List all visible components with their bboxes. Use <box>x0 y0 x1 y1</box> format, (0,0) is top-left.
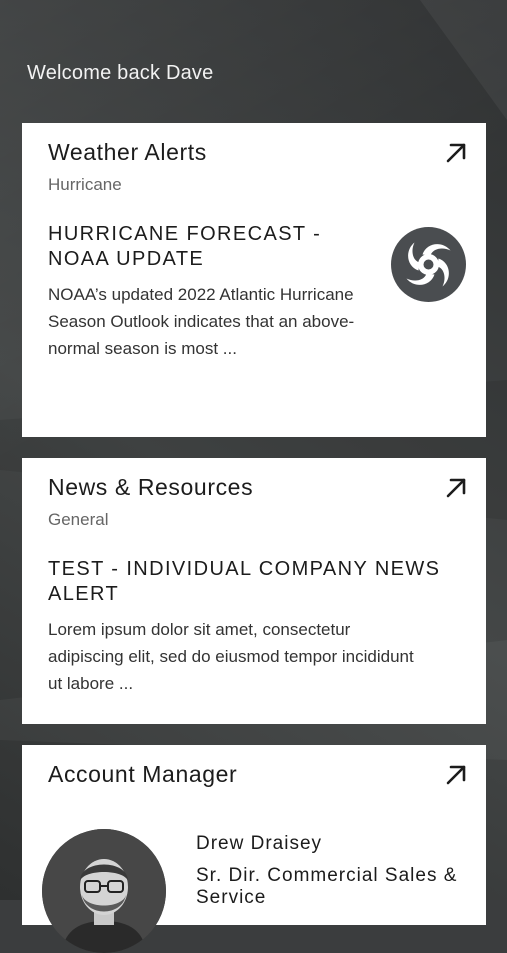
card-category: Hurricane <box>48 175 122 194</box>
hurricane-icon <box>391 227 466 302</box>
card-title: News & Resources <box>48 474 254 500</box>
card-category: General <box>48 510 109 529</box>
news-resources-card[interactable]: News & Resources General TEST - INDIVIDU… <box>22 458 486 724</box>
card-title: Account Manager <box>48 761 238 787</box>
avatar <box>42 829 166 953</box>
arrow-up-right-icon[interactable] <box>444 141 468 165</box>
arrow-up-right-icon[interactable] <box>444 476 468 500</box>
manager-name: Drew Draisey <box>196 833 323 854</box>
alert-summary: NOAA’s updated 2022 Atlantic Hurricane S… <box>48 285 355 358</box>
news-summary: Lorem ipsum dolor sit amet, consectetur … <box>48 620 414 693</box>
account-manager-card[interactable]: Account Manager Drew Draisey Sr. Dir. Co… <box>22 745 486 953</box>
arrow-up-right-icon[interactable] <box>444 763 468 787</box>
manager-title: Sr. Dir. Commercial Sales & Service <box>196 865 458 908</box>
weather-alerts-card[interactable]: Weather Alerts Hurricane HURRICANE FOREC… <box>22 123 486 437</box>
card-title: Weather Alerts <box>48 139 207 165</box>
news-headline[interactable]: TEST - INDIVIDUAL COMPANY NEWS ALERT <box>48 557 468 607</box>
welcome-greeting: Welcome back Dave <box>27 62 214 84</box>
alert-headline[interactable]: HURRICANE FORECAST - NOAA UPDATE <box>48 222 348 272</box>
